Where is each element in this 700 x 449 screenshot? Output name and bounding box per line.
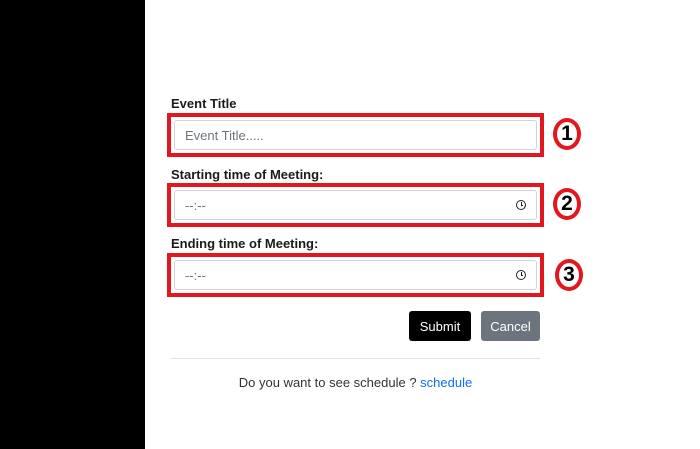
annotation-badge-1: 1 bbox=[553, 118, 581, 150]
event-title-input[interactable]: Event Title..... bbox=[174, 120, 537, 150]
start-time-highlight: --:-- bbox=[167, 183, 544, 227]
left-black-panel bbox=[0, 0, 145, 449]
start-time-value: --:-- bbox=[185, 197, 206, 213]
clock-icon[interactable] bbox=[516, 270, 526, 280]
event-title-placeholder: Event Title..... bbox=[185, 127, 264, 143]
schedule-link[interactable]: schedule bbox=[420, 375, 472, 390]
annotation-badge-2: 2 bbox=[553, 188, 581, 220]
footer: Do you want to see schedule ? schedule bbox=[171, 375, 540, 390]
end-time-input[interactable]: --:-- bbox=[174, 260, 537, 290]
end-time-value: --:-- bbox=[185, 267, 206, 283]
event-title-label: Event Title bbox=[171, 96, 237, 111]
end-time-label: Ending time of Meeting: bbox=[171, 236, 319, 251]
submit-button[interactable]: Submit bbox=[409, 311, 471, 341]
event-title-highlight: Event Title..... bbox=[167, 113, 544, 157]
clock-icon[interactable] bbox=[516, 200, 526, 210]
start-time-input[interactable]: --:-- bbox=[174, 190, 537, 220]
annotation-badge-3: 3 bbox=[555, 259, 583, 291]
divider bbox=[171, 358, 540, 359]
end-time-highlight: --:-- bbox=[167, 253, 544, 297]
footer-prompt: Do you want to see schedule ? bbox=[238, 375, 417, 390]
cancel-button[interactable]: Cancel bbox=[481, 311, 540, 341]
start-time-label: Starting time of Meeting: bbox=[171, 167, 324, 182]
